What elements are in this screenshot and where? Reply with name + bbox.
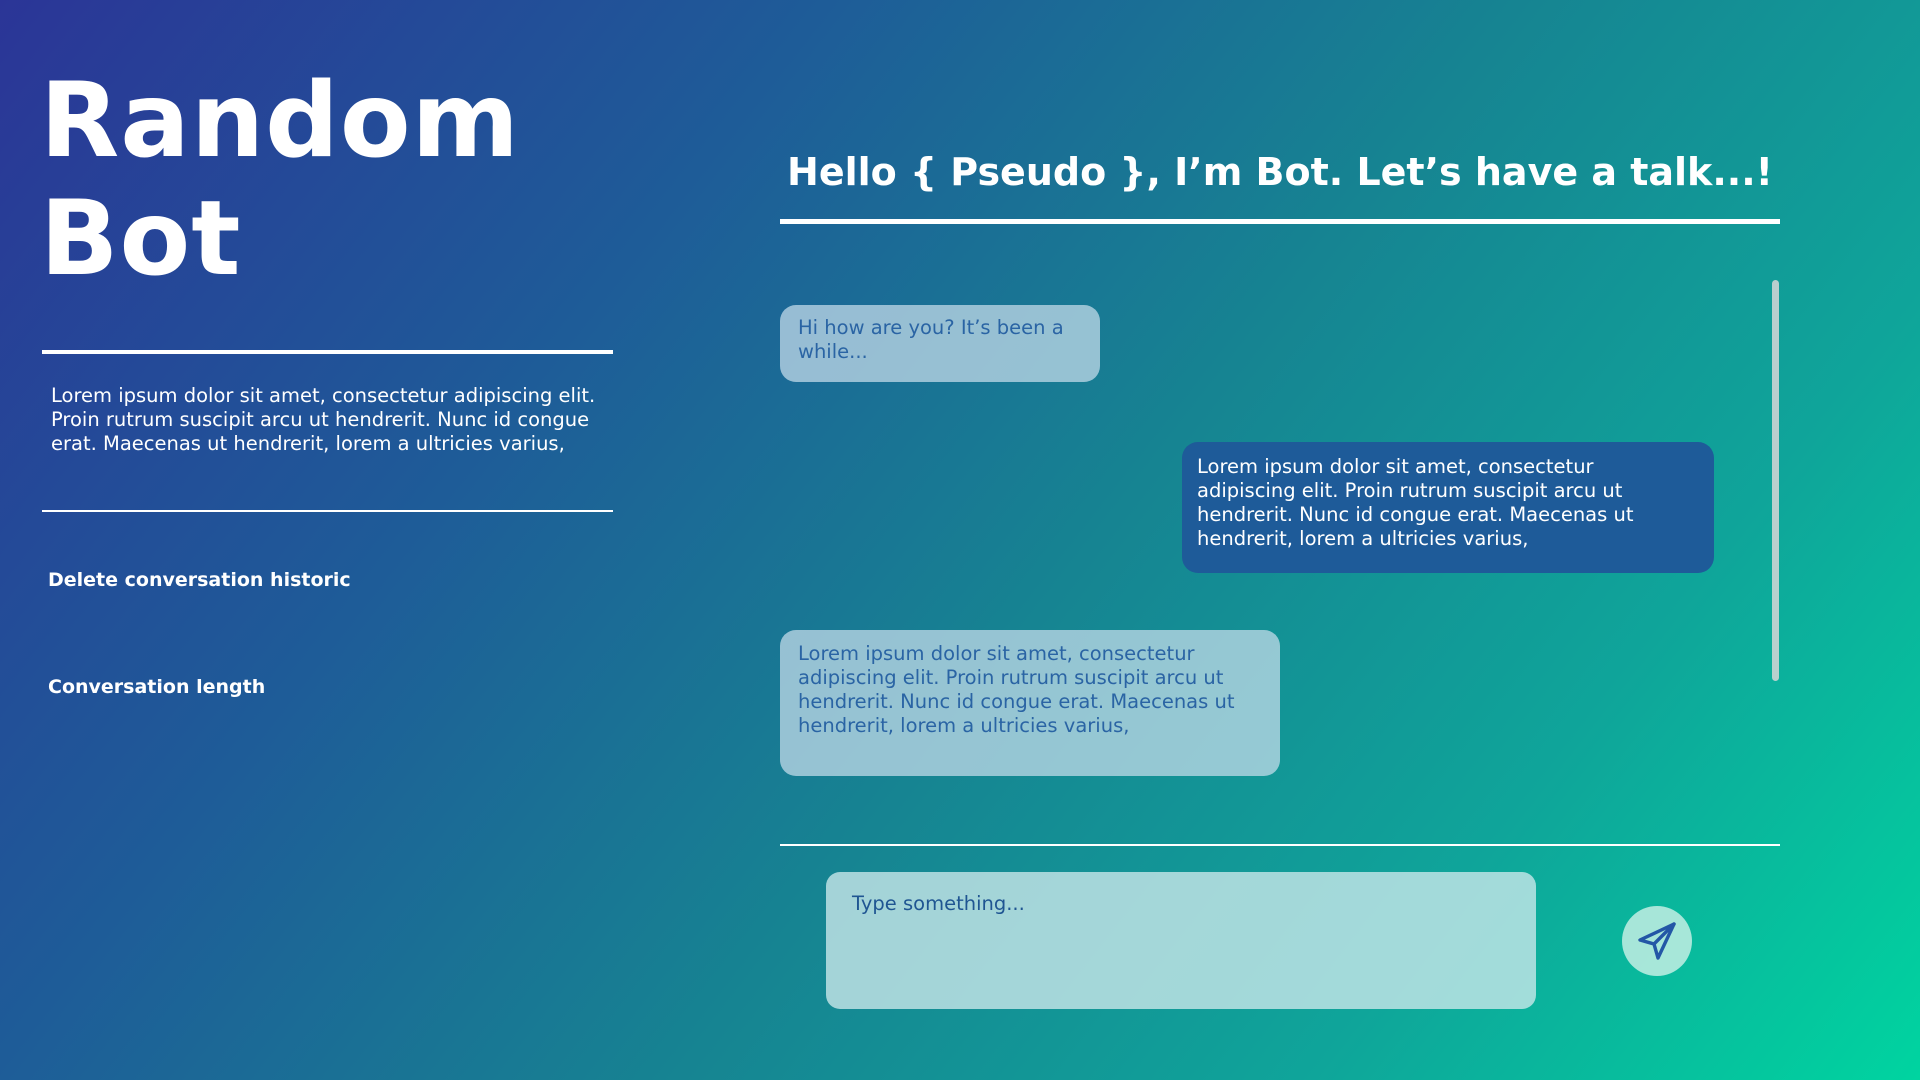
title-divider xyxy=(42,350,613,354)
bot-message: Lorem ipsum dolor sit amet, consectetur … xyxy=(780,630,1280,776)
app-title-line-2: Bot xyxy=(40,179,242,299)
conversation-length-setting[interactable]: Conversation length xyxy=(48,676,265,698)
send-button[interactable] xyxy=(1622,906,1692,976)
message-input[interactable] xyxy=(826,872,1536,1009)
delete-history-button[interactable]: Delete conversation historic xyxy=(48,569,351,591)
bot-description: Lorem ipsum dolor sit amet, consectetur … xyxy=(51,384,596,455)
app-title-line-1: Random xyxy=(40,61,520,181)
bot-message: Hi how are you? It’s been a while... xyxy=(780,305,1100,382)
input-divider xyxy=(780,844,1780,846)
chat-greeting: Hello { Pseudo }, I’m Bot. Let’s have a … xyxy=(787,150,1773,194)
chat-thread[interactable]: Hi how are you? It’s been a while... Lor… xyxy=(780,270,1780,790)
greeting-divider xyxy=(780,219,1780,224)
paper-plane-icon xyxy=(1638,922,1676,960)
app-title: Random Bot xyxy=(40,62,520,298)
chat-scrollbar[interactable] xyxy=(1772,280,1779,681)
description-divider xyxy=(42,510,613,512)
user-message: Lorem ipsum dolor sit amet, consectetur … xyxy=(1182,442,1714,573)
